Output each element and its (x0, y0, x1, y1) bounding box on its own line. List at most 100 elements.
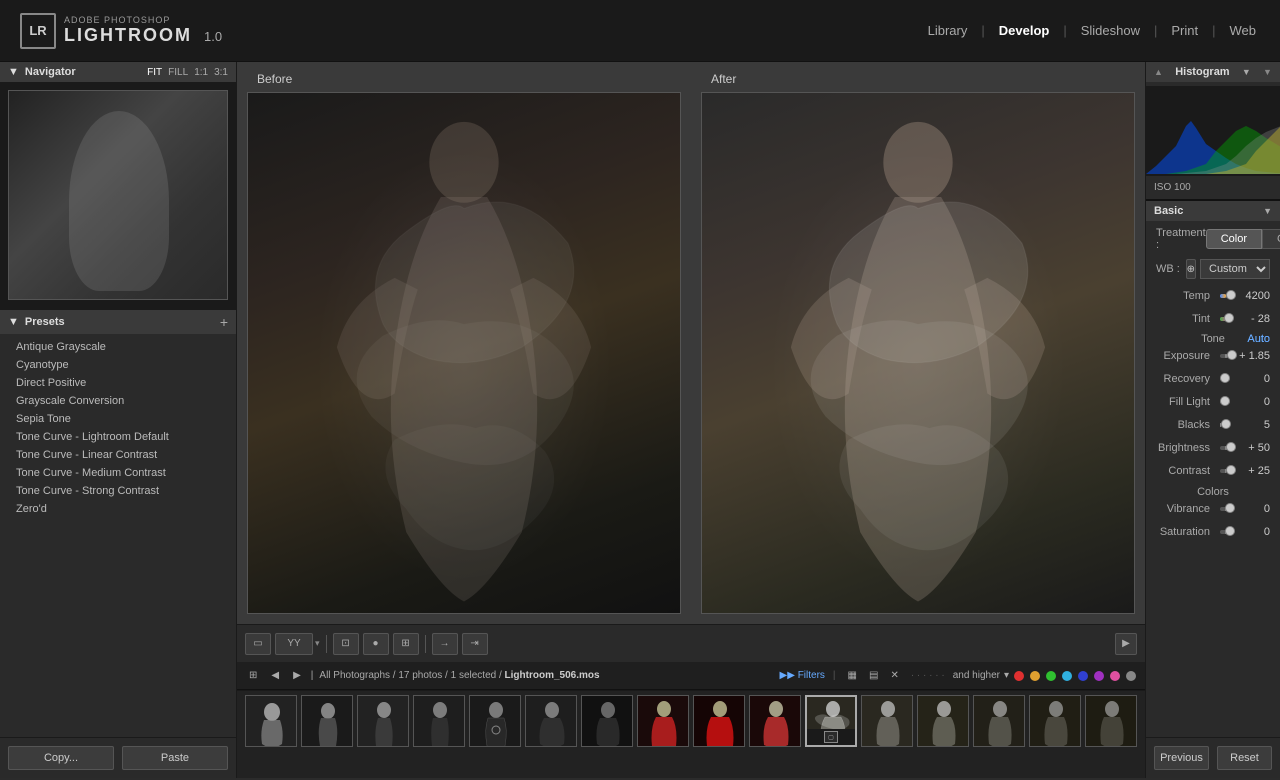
filmstrip-prev-btn[interactable]: ◀ (267, 668, 283, 683)
zoom-3-1[interactable]: 3:1 (214, 67, 228, 78)
grayscale-treatment-btn[interactable]: Grayscale (1262, 229, 1280, 249)
paste-button[interactable]: Paste (122, 746, 228, 770)
hist-down-arrow[interactable]: ▼ (1263, 67, 1272, 77)
presets-header[interactable]: ▼ Presets + (0, 309, 236, 334)
filters-label[interactable]: ▶▶ Filters (780, 670, 825, 681)
crop-tool[interactable]: ▭ (245, 633, 271, 655)
compare-btn[interactable]: ⊞ (393, 633, 419, 655)
hist-up-arrow[interactable]: ▲ (1154, 67, 1163, 77)
recovery-track[interactable] (1220, 377, 1230, 381)
film-thumb-10[interactable] (749, 695, 801, 747)
film-thumb-13[interactable] (917, 695, 969, 747)
temp-thumb[interactable] (1226, 290, 1236, 300)
thumb-badge: ▢ (807, 729, 855, 745)
filmstrip-grid-btn[interactable]: ⊞ (245, 668, 261, 683)
forward-btn[interactable]: → (432, 633, 458, 655)
copy-button[interactable]: Copy... (8, 746, 114, 770)
blacks-track[interactable] (1220, 423, 1230, 427)
loupe-btn[interactable]: ● (363, 633, 389, 655)
saturation-slider-row: Saturation 0 (1156, 523, 1270, 541)
rating-filter[interactable]: and higher (953, 670, 1000, 681)
film-thumb-15[interactable] (1029, 695, 1081, 747)
exposure-thumb[interactable] (1227, 350, 1237, 360)
nav-slideshow[interactable]: Slideshow (1077, 21, 1144, 40)
film-thumb-1[interactable] (245, 695, 297, 747)
saturation-thumb[interactable] (1225, 526, 1235, 536)
navigator-header[interactable]: ▼ Navigator FIT FILL 1:1 3:1 (0, 62, 236, 82)
color-dot-purple[interactable] (1094, 671, 1104, 681)
yy-select[interactable]: YY (275, 633, 313, 655)
contrast-track[interactable] (1220, 469, 1230, 473)
contrast-thumb[interactable] (1226, 465, 1236, 475)
zoom-1-1[interactable]: 1:1 (194, 67, 208, 78)
zoom-fit[interactable]: FIT (147, 67, 162, 78)
fill-light-track[interactable] (1220, 400, 1230, 404)
nav-develop[interactable]: Develop (995, 21, 1054, 40)
preset-sepia-tone[interactable]: Sepia Tone (0, 410, 236, 428)
color-dot-gray[interactable] (1126, 671, 1136, 681)
presets-add-button[interactable]: + (220, 314, 228, 330)
filmstrip-view1[interactable]: ▦ (844, 668, 861, 683)
preset-tone-curve-medium[interactable]: Tone Curve - Medium Contrast (0, 464, 236, 482)
filmstrip-view3[interactable]: ✕ (886, 668, 902, 683)
tint-track[interactable] (1220, 317, 1230, 321)
preset-cyanotype[interactable]: Cyanotype (0, 356, 236, 374)
nav-web[interactable]: Web (1226, 21, 1261, 40)
nav-print[interactable]: Print (1167, 21, 1202, 40)
film-thumb-11[interactable]: ▢ (805, 695, 857, 747)
color-dot-green[interactable] (1046, 671, 1056, 681)
fill-light-thumb[interactable] (1220, 396, 1230, 406)
reset-button[interactable]: Reset (1217, 746, 1272, 770)
film-thumb-16[interactable] (1085, 695, 1137, 747)
zoom-fill[interactable]: FILL (168, 67, 188, 78)
preset-tone-curve-default[interactable]: Tone Curve - Lightroom Default (0, 428, 236, 446)
film-thumb-5[interactable] (469, 695, 521, 747)
preset-tone-curve-strong[interactable]: Tone Curve - Strong Contrast (0, 482, 236, 500)
color-dot-red[interactable] (1014, 671, 1024, 681)
fit-screen-btn[interactable]: ⊡ (333, 633, 359, 655)
presets-title: ▼ Presets (8, 316, 65, 328)
vibrance-track[interactable] (1220, 507, 1230, 511)
filmstrip-next-btn[interactable]: ▶ (289, 668, 305, 683)
exposure-track[interactable] (1220, 354, 1230, 358)
color-dot-cyan[interactable] (1062, 671, 1072, 681)
basic-header[interactable]: Basic ▼ (1146, 200, 1280, 221)
preset-tone-curve-linear[interactable]: Tone Curve - Linear Contrast (0, 446, 236, 464)
blacks-thumb[interactable] (1221, 419, 1231, 429)
nav-library[interactable]: Library (924, 21, 972, 40)
film-thumb-8[interactable] (637, 695, 689, 747)
vibrance-thumb[interactable] (1225, 503, 1235, 513)
brightness-track[interactable] (1220, 446, 1230, 450)
preset-antique-grayscale[interactable]: Antique Grayscale (0, 338, 236, 356)
saturation-track[interactable] (1220, 530, 1230, 534)
color-dot-blue[interactable] (1078, 671, 1088, 681)
histogram-header[interactable]: ▲ Histogram ▼ ▼ (1146, 62, 1280, 82)
filter-sep: | (833, 670, 836, 681)
temp-track[interactable] (1220, 294, 1230, 298)
navigator-thumb[interactable] (8, 90, 228, 300)
previous-button[interactable]: Previous (1154, 746, 1209, 770)
cycle-btn[interactable]: ⇥ (462, 633, 488, 655)
film-thumb-7[interactable] (581, 695, 633, 747)
filmstrip-view2[interactable]: ▤ (865, 668, 882, 683)
film-thumb-9[interactable] (693, 695, 745, 747)
basic-section: Basic ▼ Treatment : Color Grayscale WB :… (1146, 200, 1280, 552)
film-thumb-3[interactable] (357, 695, 409, 747)
film-thumb-14[interactable] (973, 695, 1025, 747)
preset-zerod[interactable]: Zero'd (0, 500, 236, 518)
film-thumb-4[interactable] (413, 695, 465, 747)
tint-thumb[interactable] (1224, 313, 1234, 323)
scroll-right[interactable]: ▶ (1115, 633, 1137, 655)
film-thumb-6[interactable] (525, 695, 577, 747)
recovery-thumb[interactable] (1220, 373, 1230, 383)
wb-eyedropper[interactable]: ⊕ (1186, 259, 1196, 279)
film-thumb-12[interactable] (861, 695, 913, 747)
preset-grayscale-conversion[interactable]: Grayscale Conversion (0, 392, 236, 410)
color-dot-pink[interactable] (1110, 671, 1120, 681)
wb-dropdown[interactable]: Custom As Shot Auto Daylight Cloudy (1200, 259, 1270, 279)
film-thumb-2[interactable] (301, 695, 353, 747)
color-treatment-btn[interactable]: Color (1206, 229, 1262, 249)
color-dot-yellow[interactable] (1030, 671, 1040, 681)
tone-auto-btn[interactable]: Auto (1247, 333, 1270, 345)
preset-direct-positive[interactable]: Direct Positive (0, 374, 236, 392)
